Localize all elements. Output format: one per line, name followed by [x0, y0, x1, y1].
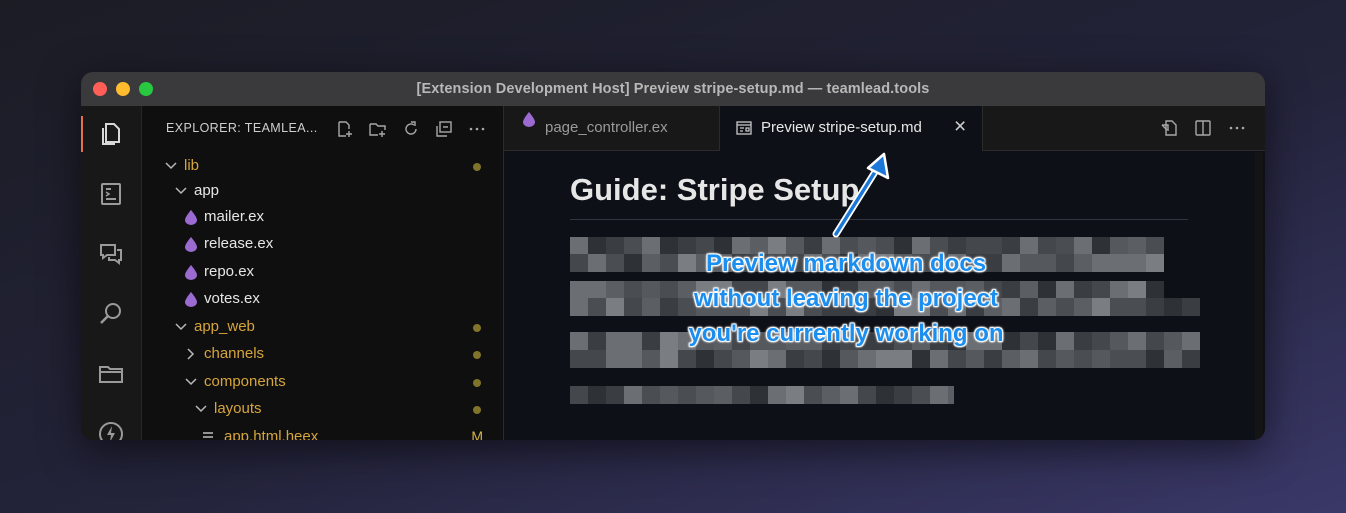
preview-icon: [736, 121, 752, 135]
activity-explorer[interactable]: [81, 110, 141, 158]
tree-folder[interactable]: layouts: [142, 396, 503, 422]
tab-page-controller[interactable]: page_controller.ex: [504, 106, 720, 150]
git-status-badge: M: [471, 428, 483, 440]
tree-folder[interactable]: channels: [142, 341, 503, 367]
tree-folder[interactable]: lib: [142, 153, 503, 179]
new-file-button[interactable]: [334, 118, 356, 140]
tree-item-label: layouts: [214, 400, 262, 417]
elixir-drop-icon: [185, 265, 197, 280]
tree-item-label: channels: [204, 345, 265, 362]
close-window-button[interactable]: [93, 82, 107, 96]
tree-item-label: votes.ex: [204, 290, 260, 307]
activity-preview[interactable]: [81, 170, 141, 218]
preview-doc-icon: [101, 183, 121, 205]
activity-folders[interactable]: [81, 350, 141, 398]
window-title: [Extension Development Host] Preview str…: [416, 81, 930, 97]
annotation-line: Preview markdown docs: [705, 250, 987, 277]
explorer-title: EXPLORER: TEAMLEA...: [166, 121, 318, 135]
modified-dot: [473, 406, 481, 414]
files-icon: [102, 123, 120, 145]
close-tab-button[interactable]: ×: [954, 115, 966, 139]
open-source-button[interactable]: [1159, 118, 1179, 138]
comment-discussion-icon: [100, 244, 122, 265]
new-folder-icon: [369, 123, 386, 137]
lightning-icon: [99, 422, 123, 440]
title-bar: [Extension Development Host] Preview str…: [81, 72, 1265, 106]
zoom-window-button[interactable]: [139, 82, 153, 96]
split-editor-button[interactable]: [1193, 118, 1213, 138]
explorer-sidebar: EXPLORER: TEAMLEA... lib app mailer.ex r…: [142, 106, 504, 440]
tab-bar: page_controller.ex Preview stripe-setup.…: [504, 106, 1265, 151]
tree-folder[interactable]: app: [142, 178, 503, 204]
chevron-down-icon: [185, 378, 197, 386]
tab-label: page_controller.ex: [545, 119, 668, 136]
document-heading: Guide: Stripe Setup: [570, 172, 860, 207]
chevron-down-icon: [195, 405, 207, 413]
collapse-all-button[interactable]: [433, 118, 455, 140]
elixir-drop-icon: [523, 112, 535, 127]
annotation-caption: Preview markdown docs without leaving th…: [640, 246, 1052, 351]
activity-discussions[interactable]: [81, 230, 141, 278]
folder-icon: [99, 366, 123, 383]
elixir-drop-icon: [185, 237, 197, 252]
annotation-arrow: [832, 152, 890, 238]
search-icon: [100, 303, 121, 324]
more-icon: [469, 127, 485, 131]
tree-folder[interactable]: app_web: [142, 314, 503, 340]
activity-lightning[interactable]: [81, 410, 141, 440]
tab-label: Preview stripe-setup.md: [761, 119, 922, 136]
more-actions-button[interactable]: [466, 118, 488, 140]
redacted-line: [570, 386, 954, 404]
chevron-down-icon: [165, 162, 177, 170]
tree-folder[interactable]: components: [142, 369, 503, 395]
annotation-line: you're currently working on: [688, 320, 1004, 347]
new-folder-button[interactable]: [367, 118, 389, 140]
tree-item-label: app.html.heex: [224, 428, 319, 440]
chevron-down-icon: [175, 187, 187, 195]
redacted-line: [570, 350, 1200, 368]
more-icon: [1229, 126, 1245, 130]
modified-dot: [473, 351, 481, 359]
open-source-icon: [1161, 120, 1177, 136]
annotation-line: without leaving the project: [693, 285, 999, 312]
tree-item-label: app: [194, 182, 220, 199]
activity-search[interactable]: [81, 290, 141, 338]
tab-preview-stripe-setup[interactable]: Preview stripe-setup.md ×: [720, 106, 983, 151]
chevron-right-icon: [187, 348, 195, 360]
tree-file[interactable]: release.ex: [142, 231, 503, 257]
tree-file[interactable]: votes.ex: [142, 286, 503, 312]
tree-item-label: repo.ex: [204, 263, 255, 280]
refresh-button[interactable]: [400, 118, 422, 140]
split-editor-icon: [1195, 120, 1211, 136]
chevron-down-icon: [175, 323, 187, 331]
elixir-drop-icon: [185, 292, 197, 307]
refresh-icon: [405, 121, 417, 135]
tree-file[interactable]: app.html.heex M: [142, 424, 503, 440]
tree-file[interactable]: mailer.ex: [142, 204, 503, 230]
file-lines-icon: [203, 432, 213, 438]
tree-item-label: components: [204, 373, 286, 390]
tree-file[interactable]: repo.ex: [142, 259, 503, 285]
editor-scrollbar[interactable]: [1255, 152, 1263, 440]
explorer-header: EXPLORER: TEAMLEA...: [142, 106, 503, 150]
minimize-window-button[interactable]: [116, 82, 130, 96]
elixir-drop-icon: [185, 210, 197, 225]
modified-dot: [473, 163, 481, 171]
activity-bar: [81, 106, 142, 440]
modified-dot: [473, 379, 481, 387]
tree-item-label: lib: [184, 157, 200, 174]
tree-item-label: mailer.ex: [204, 208, 265, 225]
tree-item-label: app_web: [194, 318, 255, 335]
new-file-icon: [338, 121, 352, 137]
collapse-all-icon: [436, 121, 452, 137]
editor-more-button[interactable]: [1227, 118, 1247, 138]
tree-item-label: release.ex: [204, 235, 274, 252]
modified-dot: [473, 324, 481, 332]
